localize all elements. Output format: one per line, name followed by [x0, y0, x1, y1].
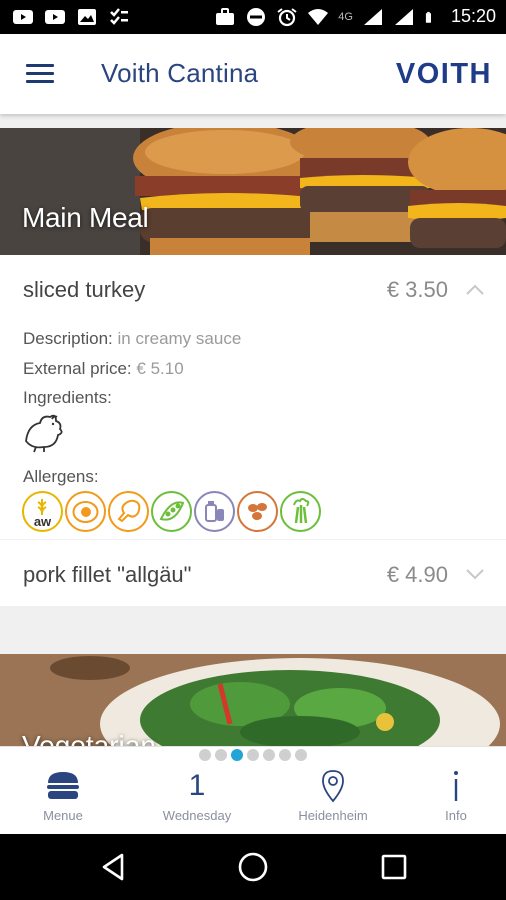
status-time: 15:20	[450, 6, 496, 26]
section-title: Main Meal	[22, 202, 149, 233]
nuts-icon	[237, 491, 278, 532]
allergens-label: Allergens:	[23, 467, 99, 486]
dish-row-pork-fillet[interactable]: pork fillet "allgäu" € 4.90	[0, 540, 506, 606]
signal-icon	[394, 8, 413, 25]
nav-label: Info	[445, 808, 467, 823]
section-banner-main-meal: Main Meal	[0, 128, 506, 255]
image-icon	[78, 9, 96, 25]
description-label: Description:	[23, 329, 113, 348]
checklist-icon	[110, 8, 128, 25]
celery-icon	[280, 491, 321, 532]
back-icon[interactable]	[98, 851, 130, 883]
egg-icon	[65, 491, 106, 532]
soy-icon	[151, 491, 192, 532]
description-line: Description: in creamy sauce	[23, 329, 241, 349]
dish-name: pork fillet "allgäu"	[23, 562, 192, 587]
burger-photo	[0, 128, 506, 255]
menu-content[interactable]: Main Meal sliced turkey € 3.50 Descripti…	[0, 114, 506, 746]
section-banner-vegetarian: Vegetarian	[0, 654, 506, 746]
section-title: Vegetarian	[22, 730, 156, 746]
signal-icon	[363, 8, 382, 25]
location-pin-icon	[322, 770, 344, 803]
nav-label: Heidenheim	[298, 808, 368, 823]
wifi-icon	[308, 8, 329, 25]
chevron-up-icon[interactable]	[466, 283, 484, 295]
page-dot[interactable]	[263, 749, 275, 761]
wheat-icon: aw	[22, 491, 63, 532]
poultry-icon	[25, 414, 63, 453]
allergen-code: aw	[34, 514, 52, 529]
do-not-disturb-icon	[247, 7, 266, 26]
nav-label: Menue	[43, 808, 83, 823]
recents-icon[interactable]	[378, 851, 410, 883]
dish-name: sliced turkey	[23, 277, 146, 302]
app-title: Voith Cantina	[101, 58, 259, 88]
briefcase-icon	[216, 7, 235, 25]
day-number: 1	[188, 769, 206, 802]
external-price-label: External price:	[23, 359, 132, 378]
page-dot[interactable]	[247, 749, 259, 761]
allergen-list: aw	[22, 491, 321, 532]
dish-card-collapsed[interactable]: pork fillet "allgäu" € 4.90	[0, 540, 506, 606]
chicken-leg-icon	[108, 491, 149, 532]
dish-price: € 3.50	[386, 277, 448, 302]
page-dot[interactable]	[231, 749, 243, 761]
youtube-icon	[45, 10, 65, 24]
page-dot[interactable]	[279, 749, 291, 761]
dish-price: € 4.90	[386, 562, 448, 587]
home-icon[interactable]	[237, 851, 269, 883]
description-value: in creamy sauce	[117, 329, 242, 348]
milk-icon	[194, 491, 235, 532]
nav-label: Wednesday	[162, 808, 232, 823]
status-bar: 4G 15:20	[0, 0, 506, 34]
ingredients-label: Ingredients:	[23, 388, 112, 407]
battery-icon	[425, 11, 431, 23]
page-dot[interactable]	[295, 749, 307, 761]
page-dot[interactable]	[199, 749, 211, 761]
external-price-value: € 5.10	[136, 359, 184, 378]
app-bar: Voith Cantina VOITH	[0, 34, 506, 114]
page-dot[interactable]	[215, 749, 227, 761]
chevron-down-icon[interactable]	[466, 568, 484, 580]
system-navigation-bar	[0, 834, 506, 900]
external-price-line: External price: € 5.10	[23, 359, 184, 379]
alarm-icon	[277, 7, 297, 26]
dish-row-sliced-turkey[interactable]: sliced turkey € 3.50	[0, 255, 506, 321]
youtube-icon	[13, 10, 33, 24]
dish-card-expanded: sliced turkey € 3.50 Description: in cre…	[0, 255, 506, 539]
burger-icon	[47, 772, 79, 799]
info-icon	[454, 771, 458, 801]
menu-icon[interactable]	[26, 64, 54, 84]
network-type: 4G	[338, 10, 353, 23]
page-indicator	[0, 749, 506, 763]
voith-logo: VOITH	[395, 58, 492, 90]
